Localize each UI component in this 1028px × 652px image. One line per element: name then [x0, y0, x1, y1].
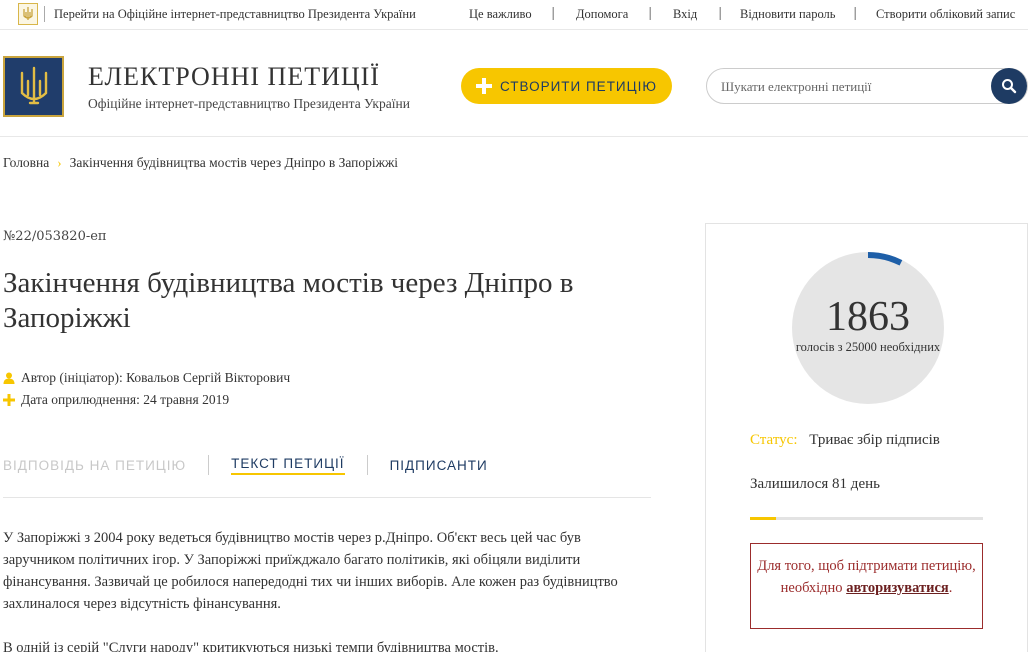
petition-number: №22/053820-еп — [3, 229, 107, 244]
breadcrumb-home[interactable]: Головна — [3, 155, 49, 171]
author-text: Автор (ініціатор): Ковальов Сергій Вікто… — [21, 370, 291, 385]
auth-notice: Для того, щоб підтримати петицію, необхі… — [750, 543, 983, 629]
petition-text: У Запоріжжі з 2004 року ведеться будівни… — [3, 527, 653, 652]
trident-icon[interactable] — [18, 3, 38, 25]
help-link[interactable]: Допомога — [576, 7, 628, 22]
site-subtitle: Офіційне інтернет-представництво Президе… — [88, 96, 410, 111]
site-logo[interactable] — [3, 56, 64, 117]
separator: | — [551, 6, 556, 21]
notice-period: . — [948, 580, 953, 596]
petition-paragraph: В одній із серій "Слуги народу" критикую… — [3, 640, 499, 652]
signature-panel: 1863 голосів з 25000 необхідних Статус: … — [705, 223, 1028, 652]
divider — [0, 136, 1028, 137]
votes-needed: голосів з 25000 необхідних — [795, 340, 941, 354]
tab-divider — [366, 455, 368, 475]
votes-gauge: 1863 голосів з 25000 необхідних — [789, 249, 947, 407]
trident-icon — [20, 66, 47, 104]
petition-author: Автор (ініціатор): Ковальов Сергій Вікто… — [3, 370, 290, 386]
official-site-link[interactable]: Перейти на Офіційне інтернет-представниц… — [54, 7, 416, 22]
restore-password-link[interactable]: Відновити пароль — [740, 7, 836, 22]
time-progress-fill — [750, 517, 776, 520]
search-icon — [1002, 79, 1017, 94]
tab-text[interactable]: ТЕКСТ ПЕТИЦІЇ — [231, 456, 345, 475]
breadcrumb-current: Закінчення будівництва мостів через Дніп… — [69, 155, 399, 170]
separator: | — [648, 6, 653, 21]
separator: | — [718, 6, 723, 21]
search-button[interactable] — [991, 68, 1027, 104]
divider — [3, 497, 651, 498]
divider — [44, 6, 45, 22]
days-remaining: Залишилося 81 день — [750, 476, 880, 492]
plus-icon — [475, 78, 492, 94]
petition-tabs: ВІДПОВІДЬ НА ПЕТИЦІЮ ТЕКСТ ПЕТИЦІЇ ПІДПИ… — [3, 455, 488, 475]
chevron-right-icon: › — [57, 155, 62, 170]
create-petition-button[interactable]: СТВОРИТИ ПЕТИЦІЮ — [461, 68, 672, 104]
status-label: Статус: — [750, 432, 798, 448]
search-box — [706, 68, 1028, 104]
user-icon — [3, 372, 15, 384]
date-text: Дата оприлюднення: 24 травня 2019 — [21, 392, 230, 407]
authorize-link[interactable]: авторизуватися — [846, 580, 949, 596]
login-link[interactable]: Вхід — [673, 7, 697, 22]
create-account-link[interactable]: Створити обліковий запис — [876, 7, 1015, 22]
site-title[interactable]: ЕЛЕКТРОННІ ПЕТИЦІЇ — [88, 62, 380, 92]
tab-divider — [208, 455, 210, 475]
separator: | — [853, 6, 858, 21]
status-value: Триває збір підписів — [809, 432, 940, 448]
create-petition-label: СТВОРИТИ ПЕТИЦІЮ — [499, 78, 658, 94]
petition-date: Дата оприлюднення: 24 травня 2019 — [3, 392, 229, 408]
top-bar: Перейти на Офіційне інтернет-представниц… — [0, 0, 1028, 30]
breadcrumb: Головна › Закінчення будівництва мостів … — [3, 155, 398, 171]
tab-signers[interactable]: ПІДПИСАНТИ — [390, 458, 488, 473]
petition-paragraph: У Запоріжжі з 2004 року ведеться будівни… — [3, 530, 618, 612]
page-title: Закінчення будівництва мостів через Дніп… — [3, 267, 574, 334]
time-progress-bar — [750, 517, 983, 520]
plus-icon — [3, 394, 15, 406]
votes-count: 1863 — [826, 294, 910, 340]
important-link[interactable]: Це важливо — [469, 7, 532, 22]
tab-answer: ВІДПОВІДЬ НА ПЕТИЦІЮ — [3, 457, 187, 473]
status-line: Статус: Триває збір підписів — [750, 432, 940, 449]
search-input[interactable] — [721, 77, 981, 97]
